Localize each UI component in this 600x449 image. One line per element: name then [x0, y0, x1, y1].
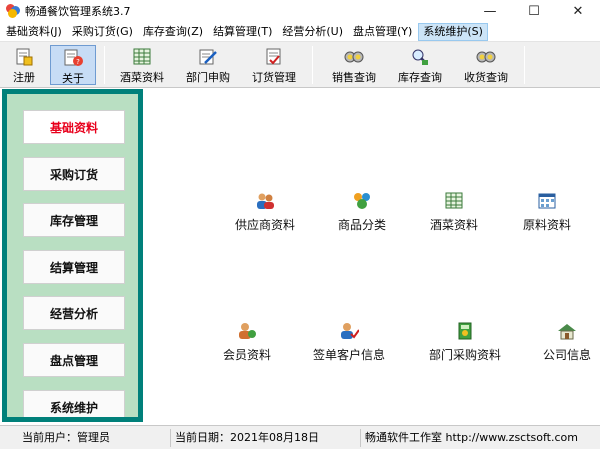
- sign-customer-icon: [339, 322, 360, 340]
- toolbar-order-manage-label: 订货管理: [252, 71, 296, 84]
- window-title: 畅通餐饮管理系统3.7: [25, 5, 131, 18]
- menu-inventory[interactable]: 盘点管理(Y): [349, 23, 416, 41]
- status-current-date: 当前日期：2021年08月18日: [170, 429, 325, 447]
- menu-business-analysis[interactable]: 经营分析(U): [278, 23, 347, 41]
- status-studio-info: 畅通软件工作室 http://www.zsctsoft.com: [360, 429, 595, 447]
- main-content: 供应商资料 商品分类 酒菜资料 原料资料 会员资料 签单客户信息 部门采购资料 …: [145, 89, 600, 422]
- toolbar-dept-purchase-button[interactable]: 部门申购: [180, 45, 236, 85]
- menu-basic-data[interactable]: 基础资料(J): [2, 23, 66, 41]
- stock-query-icon: [409, 47, 431, 67]
- material-icon: [537, 192, 557, 210]
- about-icon: ?: [62, 48, 84, 68]
- toolbar-stock-query-label: 库存查询: [398, 71, 442, 84]
- left-nav-panel: 基础资料 采购订货 库存管理 结算管理 经营分析 盘点管理 系统维护: [2, 89, 143, 422]
- minimize-button[interactable]: —: [468, 0, 512, 22]
- member-icon: [237, 322, 257, 340]
- main-supplier-label: 供应商资料: [234, 218, 295, 232]
- toolbar-register-button[interactable]: 注册: [4, 45, 44, 85]
- main-dept-purchase-data-label: 部门采购资料: [428, 348, 501, 362]
- status-bar: 当前用户：管理员 当前日期：2021年08月18日 畅通软件工作室 http:/…: [0, 425, 600, 449]
- main-category-item[interactable]: 商品分类: [312, 192, 412, 233]
- main-sign-customer-item[interactable]: 签单客户信息: [299, 322, 399, 363]
- main-company-label: 公司信息: [542, 348, 591, 362]
- toolbar-separator: [312, 46, 313, 84]
- toolbar-dish-data-button[interactable]: 酒菜资料: [114, 45, 170, 85]
- toolbar-about-button[interactable]: ? 关于: [50, 45, 96, 85]
- title-bar: 畅通餐饮管理系统3.7 — ☐ ✕: [0, 0, 600, 22]
- main-category-label: 商品分类: [337, 218, 386, 232]
- main-company-item[interactable]: 公司信息: [517, 322, 600, 363]
- menu-stock-query[interactable]: 库存查询(Z): [139, 23, 207, 41]
- toolbar-register-label: 注册: [13, 71, 35, 84]
- menu-settlement[interactable]: 结算管理(T): [209, 23, 276, 41]
- close-button[interactable]: ✕: [556, 0, 600, 22]
- nav-basic-data-button[interactable]: 基础资料: [23, 110, 125, 144]
- svg-text:?: ?: [76, 58, 80, 66]
- toolbar-separator: [104, 46, 105, 84]
- nav-purchase-order-button[interactable]: 采购订货: [23, 157, 125, 191]
- category-icon: [352, 192, 372, 210]
- sales-query-icon: [343, 47, 365, 67]
- main-dish-item[interactable]: 酒菜资料: [404, 192, 504, 233]
- company-icon: [557, 322, 577, 340]
- toolbar: 注册 ? 关于 酒菜资料 部门申购 订货管理 销售查询 库存查询 收货查询: [0, 42, 600, 88]
- nav-system-maintenance-button[interactable]: 系统维护: [23, 390, 125, 417]
- toolbar-dish-data-label: 酒菜资料: [120, 71, 164, 84]
- main-sign-customer-label: 签单客户信息: [312, 348, 385, 362]
- main-supplier-item[interactable]: 供应商资料: [215, 192, 315, 233]
- supplier-icon: [255, 192, 275, 210]
- nav-inventory-button[interactable]: 盘点管理: [23, 343, 125, 377]
- menu-system-maintenance[interactable]: 系统维护(S): [418, 22, 488, 41]
- nav-business-analysis-button[interactable]: 经营分析: [23, 296, 125, 330]
- toolbar-stock-query-button[interactable]: 库存查询: [392, 45, 448, 85]
- order-manage-icon: [263, 47, 285, 67]
- main-material-item[interactable]: 原料资料: [497, 192, 597, 233]
- main-dish-label: 酒菜资料: [429, 218, 478, 232]
- dept-purchase-data-icon: [455, 322, 475, 340]
- toolbar-receive-query-button[interactable]: 收货查询: [458, 45, 514, 85]
- toolbar-separator: [524, 46, 525, 84]
- toolbar-about-label: 关于: [62, 72, 84, 85]
- dept-purchase-icon: [197, 47, 219, 67]
- toolbar-dept-purchase-label: 部门申购: [186, 71, 230, 84]
- toolbar-sales-query-label: 销售查询: [332, 71, 376, 84]
- status-current-user: 当前用户：管理员: [22, 431, 110, 444]
- toolbar-receive-query-label: 收货查询: [464, 71, 508, 84]
- toolbar-order-manage-button[interactable]: 订货管理: [246, 45, 302, 85]
- menu-purchase-order[interactable]: 采购订货(G): [68, 23, 137, 41]
- app-logo-icon: [6, 4, 20, 18]
- main-member-item[interactable]: 会员资料: [197, 322, 297, 363]
- register-icon: [13, 47, 35, 67]
- main-material-label: 原料资料: [522, 218, 571, 232]
- menu-bar: 基础资料(J) 采购订货(G) 库存查询(Z) 结算管理(T) 经营分析(U) …: [0, 22, 600, 42]
- main-dept-purchase-data-item[interactable]: 部门采购资料: [415, 322, 515, 363]
- maximize-button[interactable]: ☐: [512, 0, 556, 22]
- dish-icon: [444, 192, 464, 210]
- main-member-label: 会员资料: [222, 348, 271, 362]
- dish-data-icon: [131, 47, 153, 67]
- toolbar-sales-query-button[interactable]: 销售查询: [326, 45, 382, 85]
- receive-query-icon: [475, 47, 497, 67]
- nav-settlement-button[interactable]: 结算管理: [23, 250, 125, 284]
- nav-stock-manage-button[interactable]: 库存管理: [23, 203, 125, 237]
- left-nav-inner: 基础资料 采购订货 库存管理 结算管理 经营分析 盘点管理 系统维护: [7, 94, 138, 417]
